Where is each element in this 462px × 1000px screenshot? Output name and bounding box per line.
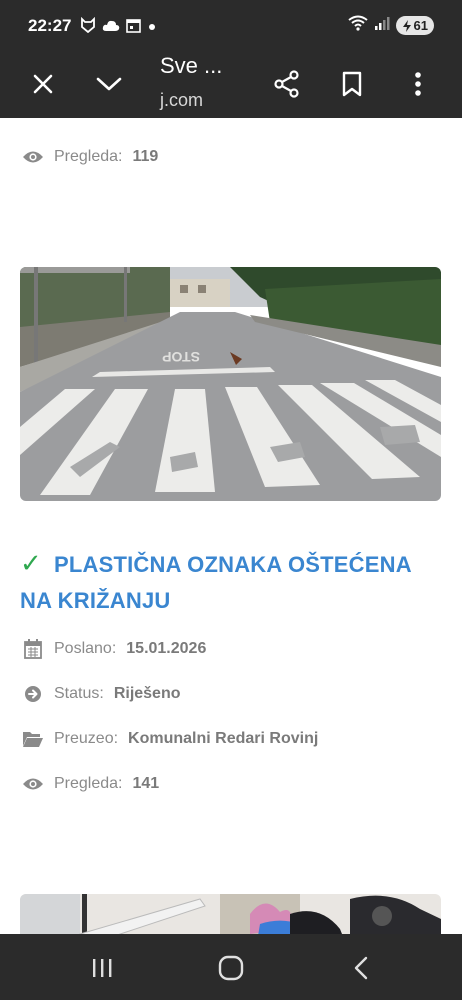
guard-icon	[80, 16, 96, 38]
views-label: Pregleda:	[54, 775, 123, 792]
chevron-down-icon[interactable]	[87, 62, 131, 106]
close-icon[interactable]	[21, 62, 65, 106]
back-icon[interactable]	[336, 948, 386, 988]
cloud-icon	[102, 18, 120, 37]
browser-toolbar: Sve ... j.com	[0, 50, 462, 118]
post-title[interactable]: ✓ PLASTIČNA OZNAKA OŠTEĆENA NA KRIŽANJU	[20, 545, 440, 619]
page-title[interactable]: Sve ...	[160, 53, 222, 79]
views-value: 119	[132, 148, 159, 165]
folder-open-icon	[22, 728, 44, 750]
page-content: Pregleda: 119 STOP ✓ PLASTIČNA OZNAKA OŠ…	[0, 118, 462, 934]
road-stop-text: STOP	[162, 349, 200, 365]
signal-icon	[374, 15, 390, 36]
battery-icon: 61	[395, 16, 434, 35]
status-value: Riješeno	[113, 685, 181, 702]
post-sent-date: Poslano: 15.01.2026	[22, 638, 206, 660]
status-bar: 22:27 61	[0, 0, 462, 50]
status-notification-icons	[80, 16, 157, 38]
status-system-icons: 61	[347, 15, 434, 36]
page-url[interactable]: j.com	[160, 90, 203, 111]
views-label: Pregleda:	[54, 148, 123, 165]
taken-label: Preuzeo:	[54, 730, 119, 747]
views-value: 141	[132, 775, 160, 792]
system-nav-bar	[0, 934, 462, 1000]
post-status: Status: Riješeno	[22, 683, 181, 705]
eye-icon	[22, 773, 44, 795]
post-title-text[interactable]: PLASTIČNA OZNAKA OŠTEĆENA NA KRIŽANJU	[20, 552, 411, 613]
dot-icon	[147, 19, 157, 37]
status-time: 22:27	[28, 16, 72, 35]
post-views: Pregleda: 141	[22, 773, 159, 795]
resolved-check-icon: ✓	[20, 548, 42, 578]
next-post-photo[interactable]	[20, 894, 441, 934]
share-icon[interactable]	[265, 62, 309, 106]
previous-post-views: Pregleda: 119	[22, 146, 158, 168]
battery-level: 61	[413, 18, 428, 33]
more-icon[interactable]	[396, 62, 440, 106]
wifi-icon	[347, 15, 368, 36]
taken-value: Komunalni Redari Rovinj	[128, 730, 319, 747]
calendar-icon	[126, 18, 141, 38]
crosswalk-photo: STOP	[20, 267, 441, 501]
post-photo[interactable]: STOP	[20, 267, 441, 501]
eye-icon	[22, 146, 44, 168]
home-icon[interactable]	[206, 948, 256, 988]
calendar-icon	[22, 638, 44, 660]
arrow-circle-icon	[22, 683, 44, 705]
sent-value: 15.01.2026	[126, 640, 207, 657]
post-taken-by: Preuzeo: Komunalni Redari Rovinj	[22, 728, 318, 750]
sent-label: Poslano:	[54, 640, 117, 657]
trash-photo	[20, 894, 441, 934]
status-label: Status:	[54, 685, 104, 702]
recent-apps-icon[interactable]	[77, 948, 127, 988]
bookmark-icon[interactable]	[330, 62, 374, 106]
